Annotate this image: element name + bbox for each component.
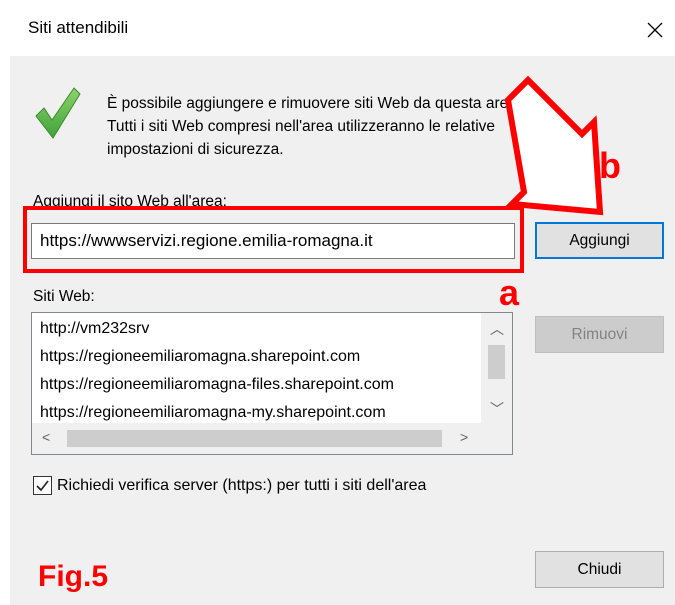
vertical-scrollbar[interactable]: ︿ ﹀: [481, 313, 512, 423]
list-item[interactable]: http://vm232srv: [40, 320, 149, 338]
list-item[interactable]: https://regioneemiliaromagna-files.share…: [40, 376, 394, 394]
require-https-row[interactable]: Richiedi verifica server (https:) per tu…: [33, 476, 426, 495]
remove-button[interactable]: Rimuovi: [535, 316, 664, 353]
annotation-label-b: b: [599, 145, 621, 186]
scroll-left-icon[interactable]: <: [42, 429, 50, 445]
figure-label: Fig.5: [38, 560, 109, 593]
scroll-right-icon[interactable]: >: [460, 429, 468, 445]
title-bar: Siti attendibili: [0, 0, 675, 56]
scroll-up-icon[interactable]: ︿: [490, 319, 504, 339]
horizontal-scrollbar[interactable]: < >: [32, 423, 482, 454]
vertical-scroll-thumb[interactable]: [488, 345, 505, 379]
horizontal-scroll-thumb[interactable]: [67, 430, 442, 447]
scroll-down-icon[interactable]: ﹀: [490, 399, 504, 419]
window-title: Siti attendibili: [28, 18, 129, 37]
checkmark-icon: [32, 80, 82, 147]
annotation-arrow-icon: [504, 75, 604, 216]
add-button[interactable]: Aggiungi: [535, 222, 664, 259]
close-button[interactable]: Chiudi: [535, 551, 664, 588]
scrollbar-corner: [481, 423, 512, 454]
close-icon: [647, 22, 663, 38]
close-window-button[interactable]: [635, 10, 675, 50]
websites-label: Siti Web:: [33, 288, 95, 305]
list-item[interactable]: https://regioneemiliaromagna.sharepoint.…: [40, 348, 360, 366]
require-https-label: Richiedi verifica server (https:) per tu…: [57, 476, 427, 494]
list-item[interactable]: https://regioneemiliaromagna-my.sharepoi…: [40, 404, 386, 422]
websites-list[interactable]: http://vm232srv https://regioneemiliarom…: [31, 312, 513, 455]
annotation-label-a: a: [499, 272, 520, 313]
annotation-highlight-box: [23, 206, 524, 273]
checkmark-small-icon: [36, 480, 49, 492]
require-https-checkbox[interactable]: [33, 476, 52, 495]
